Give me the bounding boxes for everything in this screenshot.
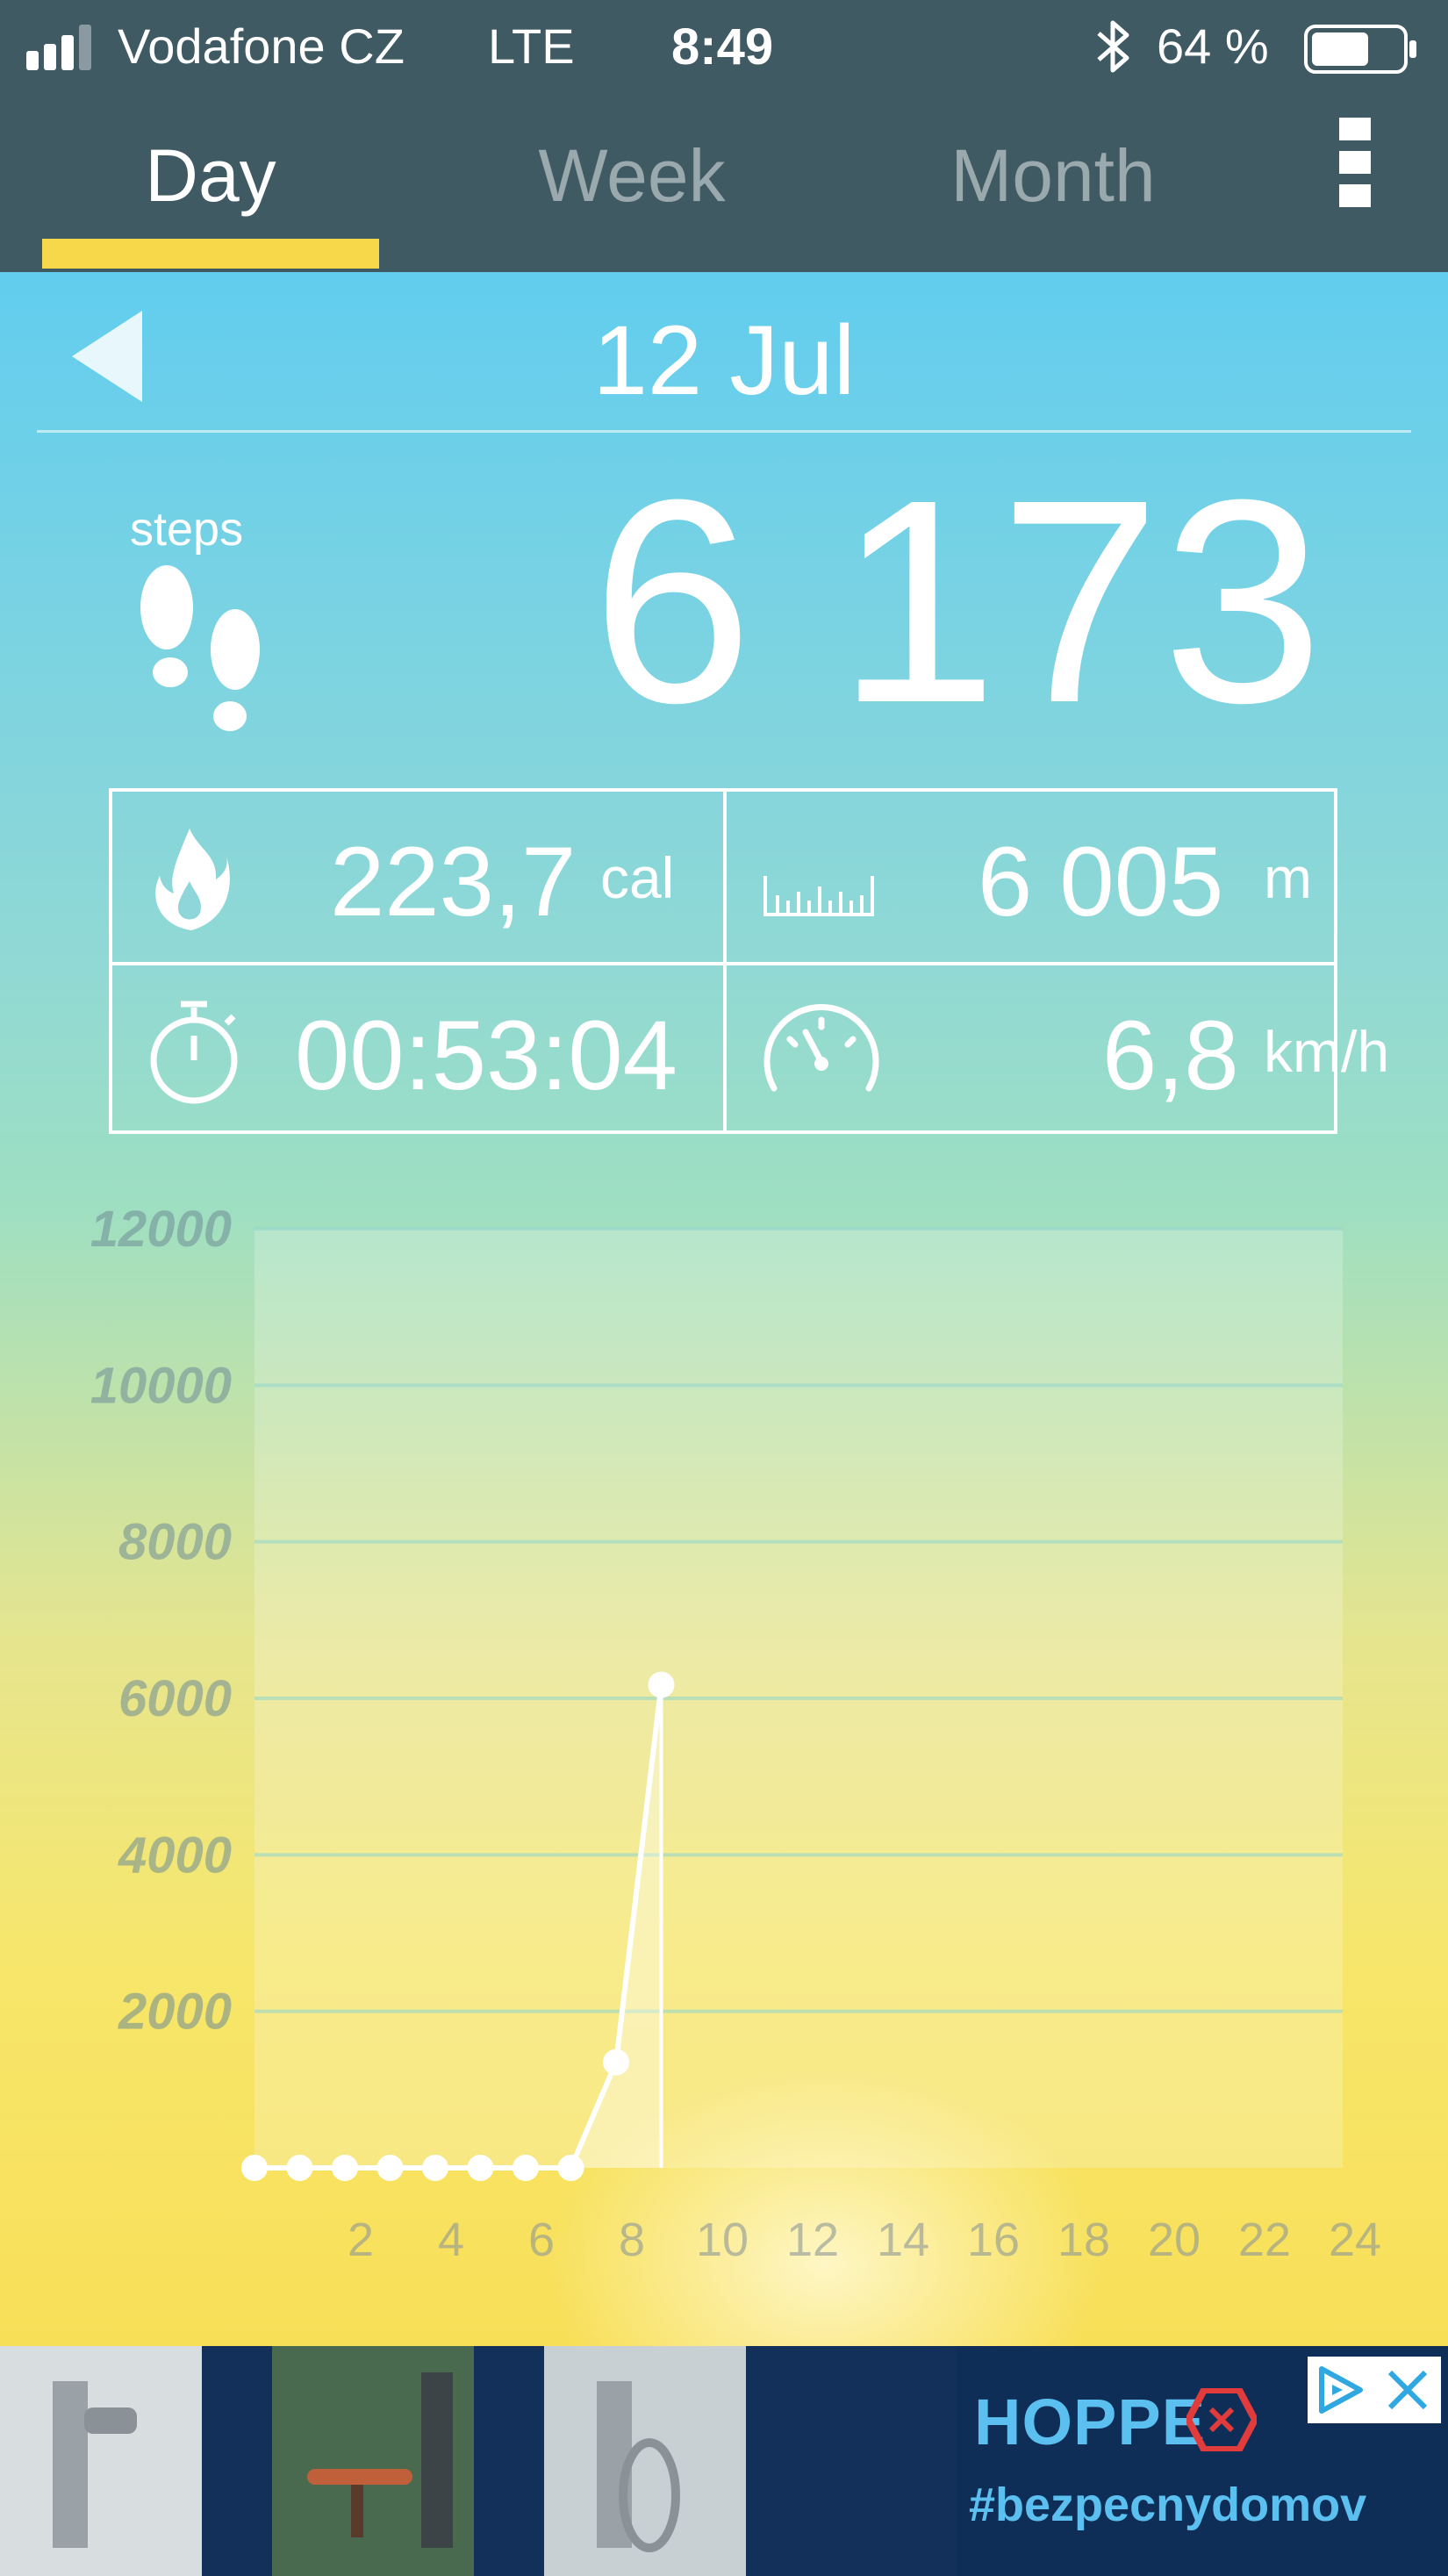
distance-value: 6 005 xyxy=(978,827,1224,936)
status-bar: Vodafone CZ LTE 8:49 64 % xyxy=(0,0,1448,97)
calories-cell: 223,7 cal xyxy=(112,792,723,962)
tab-week[interactable]: Week xyxy=(491,133,772,219)
y-tick-label: 6000 xyxy=(118,1670,232,1727)
data-point xyxy=(513,2155,539,2181)
speed-value: 6,8 xyxy=(1102,1001,1239,1110)
ad-banner[interactable]: HOPPE #bezpecnydomov xyxy=(0,2346,1448,2576)
ruler-icon xyxy=(763,876,874,916)
speed-cell: 6,8 km/h xyxy=(727,965,1389,1136)
ad-image xyxy=(0,2346,957,2576)
tab-day[interactable]: Day xyxy=(42,133,379,219)
x-tick-label: 6 xyxy=(528,2214,555,2266)
calories-unit: cal xyxy=(600,845,675,910)
y-tick-label: 8000 xyxy=(118,1514,232,1571)
divider xyxy=(37,430,1411,433)
data-point xyxy=(648,1671,675,1698)
data-point xyxy=(557,2155,584,2181)
distance-cell: 6 005 m xyxy=(727,792,1337,962)
data-point xyxy=(332,2155,358,2181)
adchoices-icon[interactable] xyxy=(1313,2364,1366,2416)
x-tick-label: 24 xyxy=(1329,2214,1381,2266)
ad-brand: HOPPE xyxy=(974,2386,1207,2458)
bluetooth-icon xyxy=(1097,20,1129,73)
battery-icon xyxy=(1304,25,1416,74)
close-ad-icon[interactable] xyxy=(1383,2365,1432,2415)
x-tick-label: 16 xyxy=(967,2214,1020,2266)
y-tick-label: 12000 xyxy=(90,1201,232,1258)
calories-value: 223,7 xyxy=(330,827,577,936)
active-tab-indicator xyxy=(42,239,379,269)
flame-icon xyxy=(155,829,230,930)
ad-tagline: #bezpecnydomov xyxy=(969,2479,1367,2531)
x-tick-label: 10 xyxy=(696,2214,749,2266)
stats-grid: 223,7 cal 6 005 m 00:53:04 6,8 km/h xyxy=(109,788,1389,1136)
y-tick-label: 10000 xyxy=(90,1357,232,1414)
tab-month[interactable]: Month xyxy=(930,133,1176,219)
carrier-name: Vodafone CZ xyxy=(118,18,405,74)
data-point xyxy=(376,2155,404,2181)
distance-unit: m xyxy=(1264,845,1312,910)
data-point xyxy=(241,2155,268,2181)
data-point xyxy=(286,2155,313,2181)
x-tick-label: 22 xyxy=(1238,2214,1291,2266)
ad-logo-icon xyxy=(1186,2388,1257,2451)
network-type: LTE xyxy=(488,18,575,74)
steps-label: steps xyxy=(130,503,244,556)
battery-percent: 64 % xyxy=(1157,18,1269,74)
steps-chart: 200040006000800010000120002 4 6 8 10 12 14 16 18… xyxy=(90,1201,1381,2266)
day-summary: 12 Jul steps 6 173 223,7 cal 6 005 m 00:… xyxy=(0,272,1448,2346)
x-tick-label: 14 xyxy=(877,2214,929,2266)
x-tick-label: 12 xyxy=(786,2214,839,2266)
y-tick-label: 4000 xyxy=(118,1826,232,1884)
data-point xyxy=(467,2155,494,2181)
stopwatch-icon xyxy=(150,1001,238,1104)
data-point xyxy=(422,2155,448,2181)
x-tick-label: 4 xyxy=(438,2214,464,2266)
clock: 8:49 xyxy=(671,18,774,75)
x-tick-label: 20 xyxy=(1148,2214,1201,2266)
data-point xyxy=(603,2049,629,2076)
x-tick-label: 8 xyxy=(619,2214,645,2266)
date-label: 12 Jul xyxy=(592,305,856,415)
more-menu-icon[interactable] xyxy=(1339,118,1374,214)
speed-unit: km/h xyxy=(1264,1019,1390,1084)
x-tick-label: 2 xyxy=(348,2214,374,2266)
speedometer-icon xyxy=(763,1004,879,1092)
duration-cell: 00:53:04 xyxy=(112,965,723,1136)
duration-value: 00:53:04 xyxy=(295,1001,677,1110)
steps-count: 6 173 xyxy=(591,439,1325,763)
signal-icon xyxy=(26,25,91,70)
ad-choices[interactable] xyxy=(1308,2357,1441,2423)
period-tab-bar: Day Week Month xyxy=(0,97,1448,272)
y-tick-label: 2000 xyxy=(118,1984,232,2041)
footprints-icon xyxy=(140,565,260,731)
x-tick-label: 18 xyxy=(1057,2214,1110,2266)
